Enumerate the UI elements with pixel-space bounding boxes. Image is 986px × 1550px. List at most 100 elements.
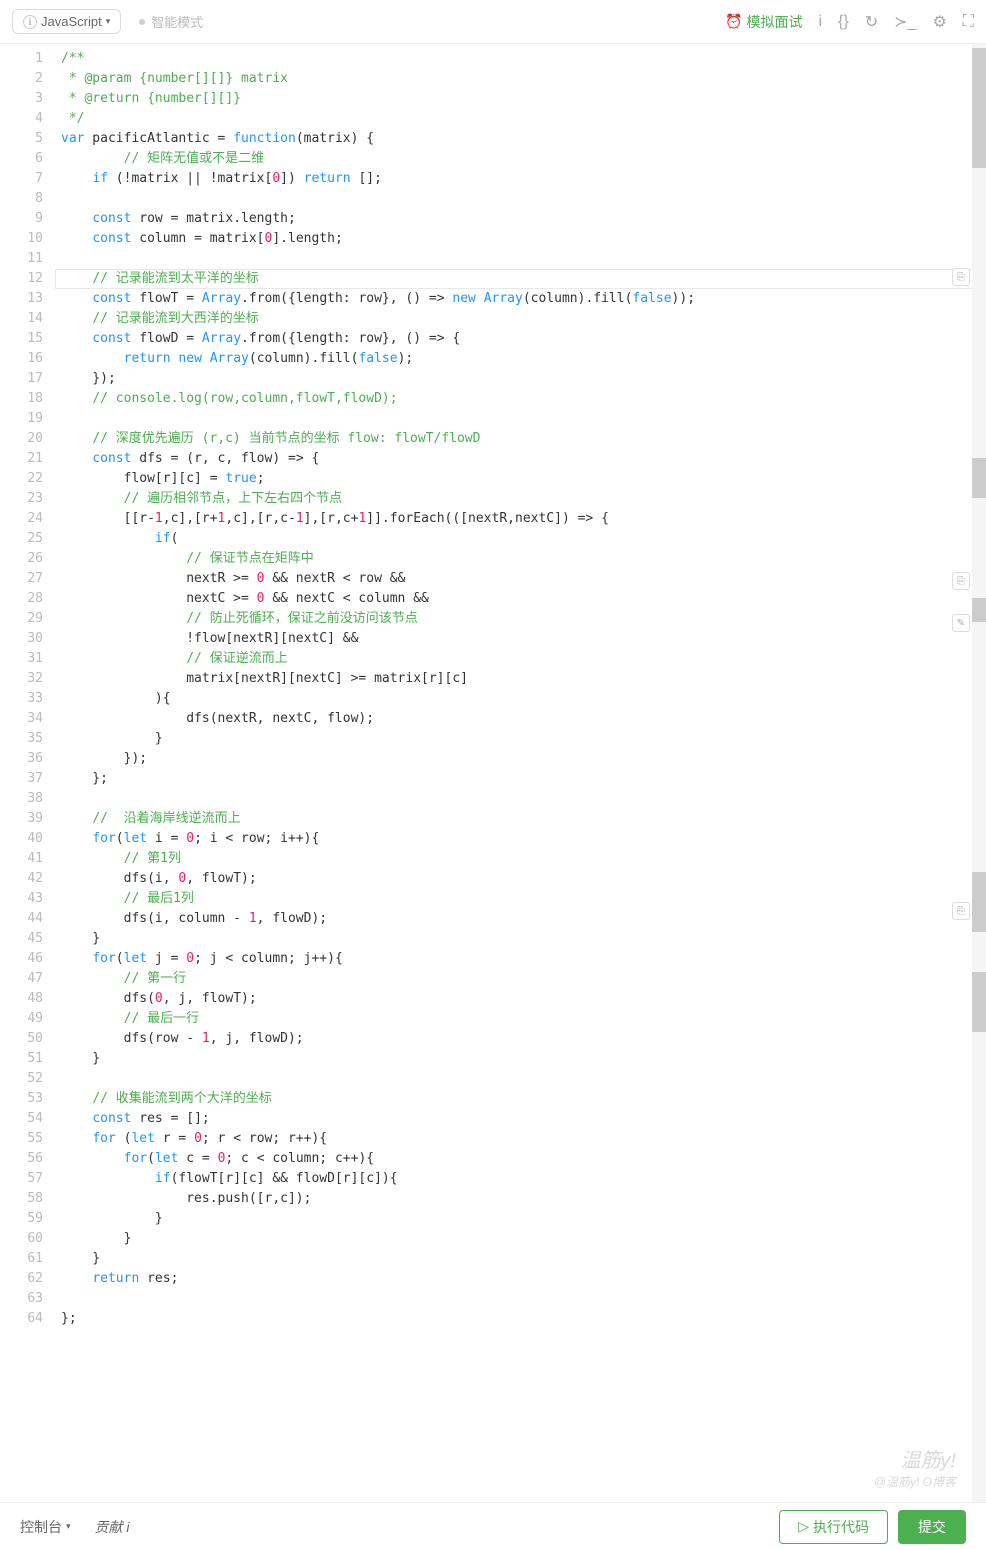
code-line[interactable]: const res = []; xyxy=(55,1109,986,1129)
line-number: 36 xyxy=(0,749,43,769)
line-number: 53 xyxy=(0,1089,43,1109)
code-line[interactable]: }; xyxy=(55,1309,986,1329)
code-line[interactable]: * @return {number[][]} xyxy=(55,89,986,109)
code-line[interactable]: // 第一行 xyxy=(55,969,986,989)
reset-icon[interactable]: ↻ xyxy=(865,12,878,32)
code-line[interactable]: // 第1列 xyxy=(55,849,986,869)
braces-icon[interactable]: {} xyxy=(838,13,849,31)
code-line[interactable]: for(let c = 0; c < column; c++){ xyxy=(55,1149,986,1169)
code-line[interactable]: nextC >= 0 && nextC < column && xyxy=(55,589,986,609)
code-line[interactable] xyxy=(55,789,986,809)
code-line[interactable]: // 保证节点在矩阵中 xyxy=(55,549,986,569)
mock-interview-button[interactable]: ⏰ 模拟面试 xyxy=(725,12,802,32)
line-number: 38 xyxy=(0,789,43,809)
info-icon: i xyxy=(23,15,37,29)
code-line[interactable]: // 保证逆流而上 xyxy=(55,649,986,669)
run-code-button[interactable]: ▷ 执行代码 xyxy=(779,1510,888,1544)
code-line[interactable]: return res; xyxy=(55,1269,986,1289)
code-line[interactable]: */ xyxy=(55,109,986,129)
code-line[interactable]: flow[r][c] = true; xyxy=(55,469,986,489)
code-line[interactable]: // 矩阵无值或不是二维 xyxy=(55,149,986,169)
line-number: 14 xyxy=(0,309,43,329)
line-number: 2 xyxy=(0,69,43,89)
console-toggle[interactable]: 控制台 ▾ xyxy=(20,1517,71,1537)
code-line[interactable]: matrix[nextR][nextC] >= matrix[r][c] xyxy=(55,669,986,689)
line-number: 44 xyxy=(0,909,43,929)
line-number: 27 xyxy=(0,569,43,589)
code-line[interactable]: dfs(i, column - 1, flowD); xyxy=(55,909,986,929)
code-line[interactable]: // 记录能流到大西洋的坐标 xyxy=(55,309,986,329)
code-line[interactable]: return new Array(column).fill(false); xyxy=(55,349,986,369)
code-line[interactable]: dfs(nextR, nextC, flow); xyxy=(55,709,986,729)
code-line[interactable]: for(let i = 0; i < row; i++){ xyxy=(55,829,986,849)
code-line[interactable]: // 最后一行 xyxy=(55,1009,986,1029)
fold-button[interactable]: ⎘ xyxy=(952,572,970,590)
code-line[interactable]: const flowD = Array.from({length: row}, … xyxy=(55,329,986,349)
code-line[interactable]: // console.log(row,column,flowT,flowD); xyxy=(55,389,986,409)
code-line[interactable]: dfs(row - 1, j, flowD); xyxy=(55,1029,986,1049)
info-icon[interactable]: i xyxy=(818,13,822,31)
code-line[interactable]: } xyxy=(55,1229,986,1249)
code-line[interactable]: /** xyxy=(55,49,986,69)
code-line[interactable]: // 深度优先遍历 (r,c) 当前节点的坐标 flow: flowT/flow… xyxy=(55,429,986,449)
code-line[interactable]: if( xyxy=(55,529,986,549)
scrollbar-track[interactable] xyxy=(972,44,986,1502)
line-number: 29 xyxy=(0,609,43,629)
code-line[interactable] xyxy=(55,249,986,269)
code-line[interactable]: // 最后1列 xyxy=(55,889,986,909)
code-line[interactable]: dfs(0, j, flowT); xyxy=(55,989,986,1009)
code-line[interactable]: const flowT = Array.from({length: row}, … xyxy=(55,289,986,309)
code-line[interactable] xyxy=(55,189,986,209)
code-line[interactable]: for(let j = 0; j < column; j++){ xyxy=(55,949,986,969)
code-line[interactable]: for (let r = 0; r < row; r++){ xyxy=(55,1129,986,1149)
code-line[interactable]: nextR >= 0 && nextR < row && xyxy=(55,569,986,589)
code-line[interactable]: * @param {number[][]} matrix xyxy=(55,69,986,89)
code-line[interactable]: // 遍历相邻节点，上下左右四个节点 xyxy=(55,489,986,509)
language-selector[interactable]: i JavaScript ▾ xyxy=(12,9,121,34)
code-line[interactable]: } xyxy=(55,1209,986,1229)
scrollbar-thumb[interactable] xyxy=(972,48,986,168)
gear-icon[interactable]: ⚙ xyxy=(932,12,946,32)
line-number: 19 xyxy=(0,409,43,429)
line-number: 3 xyxy=(0,89,43,109)
terminal-icon[interactable]: ≻_ xyxy=(894,12,916,32)
code-line[interactable]: }; xyxy=(55,769,986,789)
code-content[interactable]: /** * @param {number[][]} matrix * @retu… xyxy=(55,44,986,1502)
fold-button[interactable]: ⎘ xyxy=(952,902,970,920)
code-line[interactable]: }); xyxy=(55,369,986,389)
code-line[interactable]: // 收集能流到两个大洋的坐标 xyxy=(55,1089,986,1109)
code-line[interactable] xyxy=(55,409,986,429)
code-line[interactable] xyxy=(55,1289,986,1309)
code-line[interactable]: } xyxy=(55,729,986,749)
code-line[interactable]: dfs(i, 0, flowT); xyxy=(55,869,986,889)
code-line[interactable]: if (!matrix || !matrix[0]) return []; xyxy=(55,169,986,189)
code-line[interactable]: } xyxy=(55,929,986,949)
code-line[interactable]: !flow[nextR][nextC] && xyxy=(55,629,986,649)
code-line[interactable]: // 防止死循环，保证之前没访问该节点 xyxy=(55,609,986,629)
code-editor[interactable]: 1234567891011121314151617181920212223242… xyxy=(0,44,986,1502)
code-line[interactable]: if(flowT[r][c] && flowD[r][c]){ xyxy=(55,1169,986,1189)
code-line[interactable]: } xyxy=(55,1049,986,1069)
line-number: 52 xyxy=(0,1069,43,1089)
code-line[interactable]: var pacificAtlantic = function(matrix) { xyxy=(55,129,986,149)
code-line[interactable]: }); xyxy=(55,749,986,769)
line-number: 35 xyxy=(0,729,43,749)
code-line[interactable]: const dfs = (r, c, flow) => { xyxy=(55,449,986,469)
editor-mode[interactable]: 智能模式 xyxy=(139,12,203,31)
line-number: 43 xyxy=(0,889,43,909)
clock-icon: ⏰ xyxy=(725,13,742,30)
code-line[interactable]: const column = matrix[0].length; xyxy=(55,229,986,249)
code-line[interactable]: res.push([r,c]); xyxy=(55,1189,986,1209)
code-line[interactable]: // 记录能流到太平洋的坐标 xyxy=(55,269,986,289)
code-line[interactable]: } xyxy=(55,1249,986,1269)
code-line[interactable]: [[r-1,c],[r+1,c],[r,c-1],[r,c+1]].forEac… xyxy=(55,509,986,529)
code-line[interactable]: ){ xyxy=(55,689,986,709)
code-line[interactable]: const row = matrix.length; xyxy=(55,209,986,229)
fullscreen-icon[interactable]: ⛶ xyxy=(963,13,974,31)
code-line[interactable]: // 沿着海岸线逆流而上 xyxy=(55,809,986,829)
submit-button[interactable]: 提交 xyxy=(898,1510,966,1544)
fold-button[interactable]: ✎ xyxy=(952,614,970,632)
contribute-link[interactable]: 贡献 i xyxy=(95,1517,130,1537)
fold-button[interactable]: ⎘ xyxy=(952,268,970,286)
code-line[interactable] xyxy=(55,1069,986,1089)
